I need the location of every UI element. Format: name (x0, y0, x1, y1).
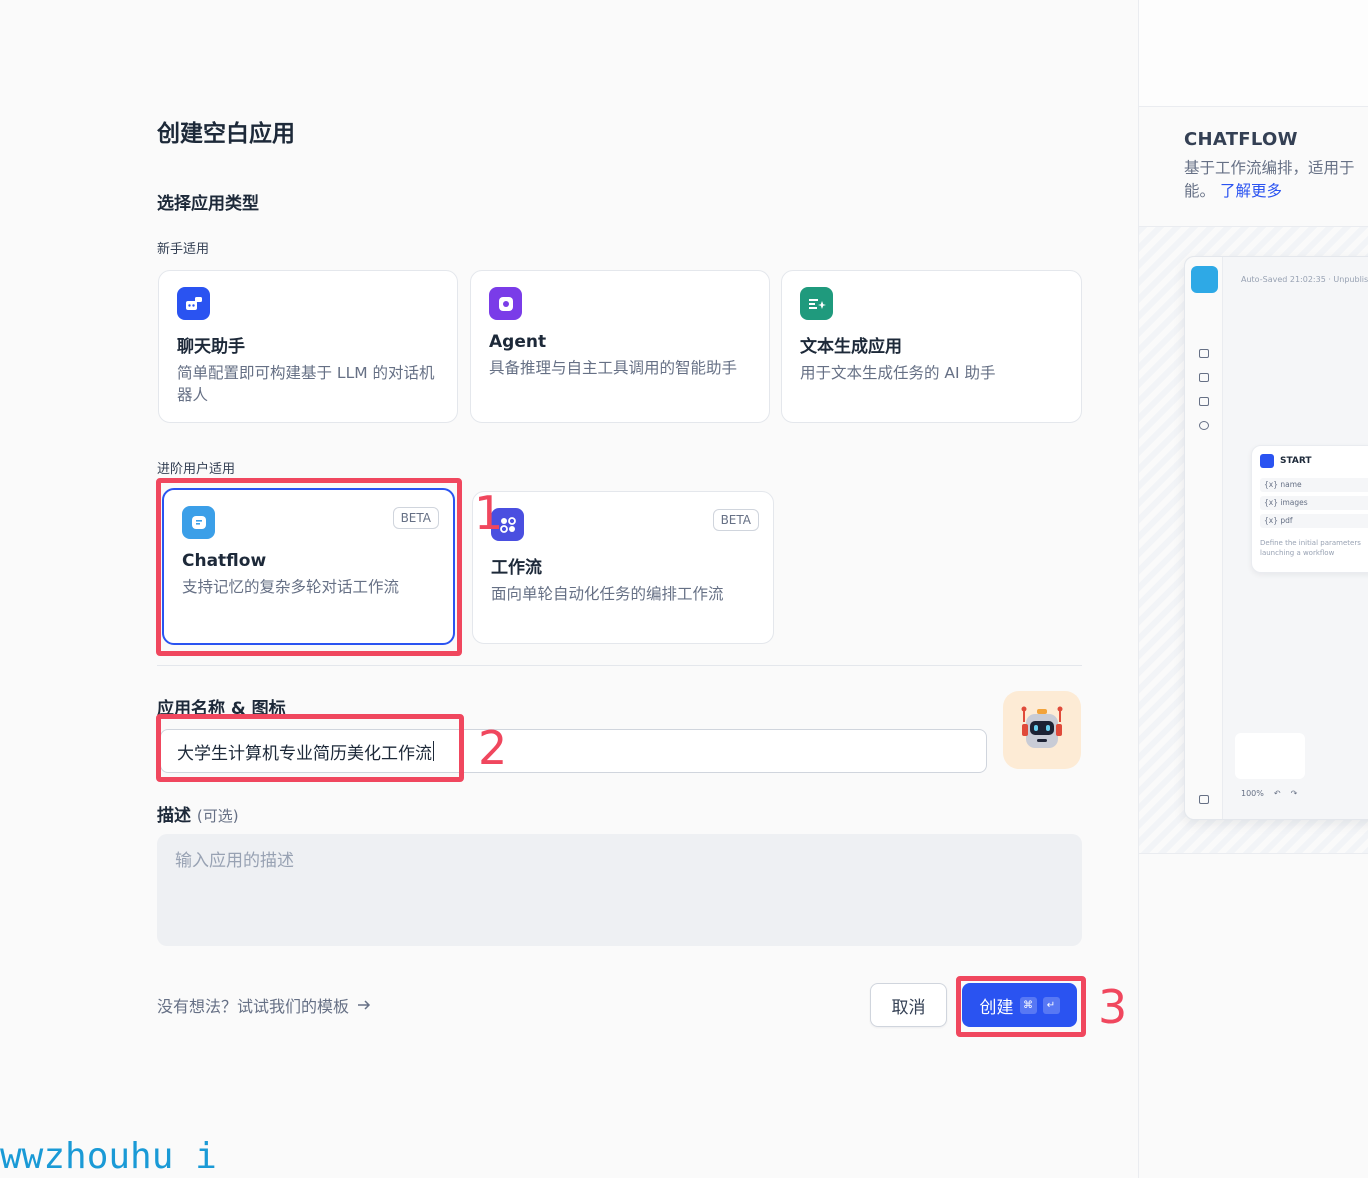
description-textarea[interactable]: 输入应用的描述 (157, 834, 1082, 946)
divider (157, 665, 1082, 666)
card-text-generation[interactable]: 文本生成应用 用于文本生成任务的 AI 助手 (781, 270, 1082, 423)
preview-nav-icon (1199, 795, 1209, 804)
preview-foot-line-1: Define the initial parameters (1260, 539, 1361, 547)
preview-start-node: START {x} name {x} images {x} pdf Define… (1251, 445, 1368, 573)
annotation-number-1: 1 (474, 486, 504, 540)
card-agent[interactable]: Agent 具备推理与自主工具调用的智能助手 (470, 270, 770, 423)
preview-desc-line-2: 能。 (1184, 182, 1216, 200)
preview-nav-icon (1199, 373, 1209, 382)
preview-panel: CHATFLOW 基于工作流编排，适用于 能。 了解更多 Auto-Saved … (1138, 0, 1368, 1178)
page-title: 创建空白应用 (157, 121, 295, 147)
app-type-heading: 选择应用类型 (157, 194, 259, 214)
preview-screenshot: Auto-Saved 21:02:35 · Unpublis START {x}… (1184, 256, 1368, 820)
preview-title: CHATFLOW (1184, 129, 1298, 150)
annotation-box-1 (156, 478, 462, 656)
preview-node-title: START (1280, 456, 1312, 466)
annotation-number-3: 3 (1098, 980, 1128, 1034)
preview-sidebar (1185, 257, 1223, 819)
annotation-box-2 (156, 714, 464, 782)
app-icon-picker[interactable] (1003, 691, 1081, 769)
try-templates-link[interactable]: 没有想法？试试我们的模板 (157, 993, 371, 1017)
description-placeholder: 输入应用的描述 (175, 851, 294, 871)
card-chatbot-name: 聊天助手 (177, 337, 245, 357)
card-chatbot[interactable]: 聊天助手 简单配置即可构建基于 LLM 的对话机器人 (158, 270, 458, 423)
preview-logo-icon (1191, 266, 1218, 293)
preview-nav-icon (1199, 421, 1209, 430)
preview-var-row: {x} name (1260, 478, 1368, 492)
preview-nav-icon (1199, 397, 1209, 406)
preview-nav-icon (1199, 349, 1209, 358)
create-app-panel: 创建空白应用 选择应用类型 新手适用 聊天助手 简单配置即可构建基于 LLM 的… (0, 0, 1138, 1178)
preview-minimap (1235, 733, 1305, 779)
card-workflow-name: 工作流 (491, 558, 542, 578)
watermark: wwzhouhu i (0, 1136, 217, 1177)
preview-description: 基于工作流编排，适用于 能。 了解更多 (1184, 157, 1368, 203)
robot-icon (1021, 706, 1063, 748)
card-chatbot-desc: 简单配置即可构建基于 LLM 的对话机器人 (177, 364, 435, 404)
preview-node-footnote: Define the initial parameters launching … (1260, 538, 1361, 558)
text-generation-icon (800, 287, 833, 320)
undo-icon: ↶ (1273, 789, 1281, 798)
try-templates-text: 没有想法？试试我们的模板 (157, 997, 350, 1016)
description-label-text: 描述 (157, 806, 191, 826)
annotation-number-2: 2 (478, 721, 508, 775)
description-label: 描述 (可选) (157, 801, 239, 826)
cancel-button[interactable]: 取消 (870, 983, 947, 1027)
preview-var-row: {x} images (1260, 496, 1368, 510)
redo-icon: ↷ (1290, 789, 1298, 798)
advanced-group-label: 进阶用户适用 (157, 462, 236, 477)
card-workflow-desc: 面向单轮自动化任务的编排工作流 (491, 585, 724, 603)
chat-bot-icon (177, 287, 210, 320)
home-icon (1260, 454, 1274, 468)
description-optional: (可选) (196, 807, 239, 825)
workflow-beta-badge: BETA (712, 509, 759, 531)
preview-zoom-controls: 100% ↶ ↷ (1241, 789, 1297, 798)
card-agent-name: Agent (489, 332, 547, 352)
annotation-box-3 (956, 976, 1086, 1037)
card-text-generation-desc: 用于文本生成任务的 AI 助手 (800, 364, 996, 382)
preview-desc-line-1: 基于工作流编排，适用于 (1184, 159, 1355, 177)
learn-more-link[interactable]: 了解更多 (1220, 182, 1282, 200)
preview-autosave: Auto-Saved 21:02:35 · Unpublis (1241, 275, 1368, 284)
preview-var-row: {x} pdf (1260, 514, 1368, 528)
arrow-right-icon (358, 1000, 371, 1010)
card-agent-desc: 具备推理与自主工具调用的智能助手 (489, 359, 738, 377)
preview-foot-line-2: launching a workflow (1260, 549, 1335, 557)
beginner-group-label: 新手适用 (157, 242, 210, 257)
preview-top-strip (1139, 0, 1368, 107)
card-workflow[interactable]: BETA 工作流 面向单轮自动化任务的编排工作流 (472, 491, 774, 644)
card-text-generation-name: 文本生成应用 (800, 337, 902, 357)
preview-zoom-level: 100% (1241, 789, 1264, 798)
agent-icon (489, 287, 522, 320)
